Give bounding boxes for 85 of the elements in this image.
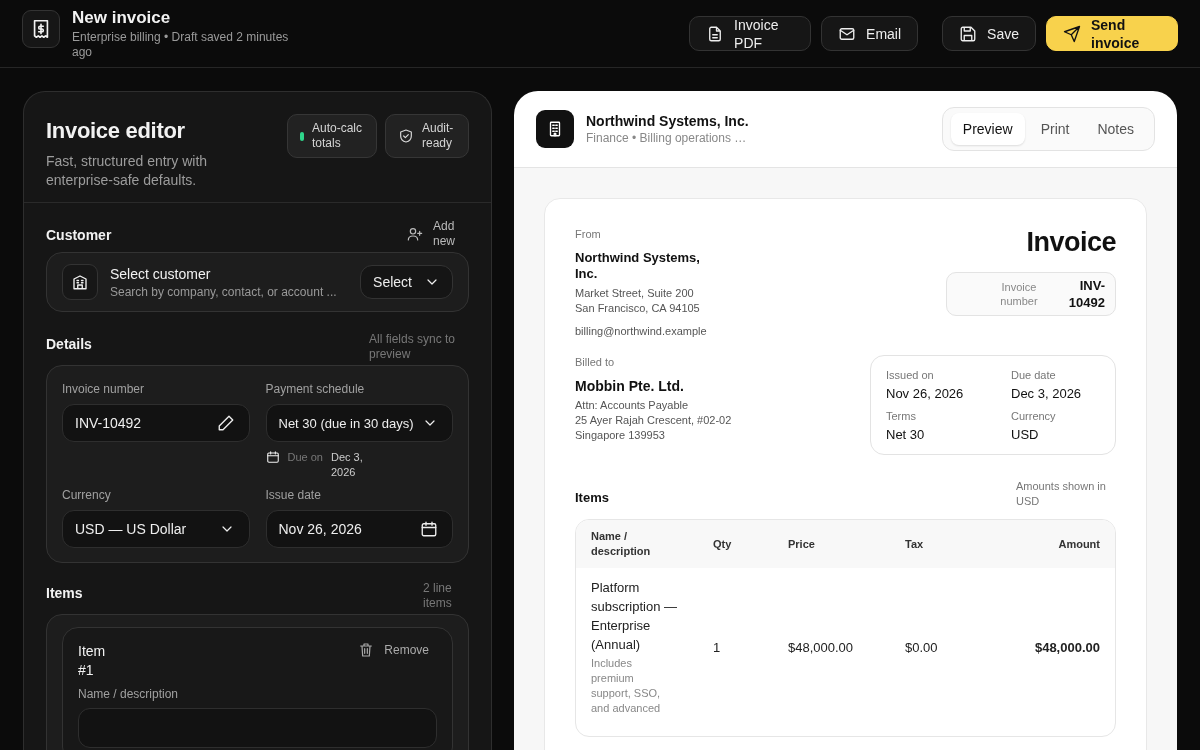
sender-email: billing@northwind.example — [575, 324, 708, 339]
items-note: Amounts shown in USD — [1016, 479, 1107, 509]
add-user-icon — [407, 226, 423, 242]
section-heading: Customer — [46, 227, 112, 243]
pencil-icon — [216, 414, 235, 432]
email-button[interactable]: Email — [821, 16, 919, 51]
fact-label: Terms — [886, 409, 917, 424]
send-icon — [1063, 24, 1081, 43]
fact-value: USD — [1011, 427, 1040, 442]
item-description: Includes premium support, SSO, and advanced — [591, 656, 662, 716]
view-tab[interactable]: Notes — [1085, 113, 1146, 145]
company-name: Northwind Systems, Inc. — [586, 113, 749, 129]
item-name: Platform subscription — Enterprise (Annual) — [591, 579, 678, 654]
fact-label: Due date — [1011, 368, 1057, 383]
column-header: Name / description — [591, 529, 652, 559]
fact-value: Nov 26, 2026 — [886, 386, 965, 401]
panel-title: Invoice editor — [46, 118, 186, 144]
trash-icon — [358, 642, 375, 658]
customer-title: Select customer — [110, 265, 212, 282]
payment-schedule-dropdown[interactable]: Net 30 (due in 30 days) — [265, 404, 453, 442]
item-title: Item #1 — [78, 642, 107, 680]
table-cell-text: $48,000.00 — [1033, 639, 1100, 655]
status-indicator-icon — [300, 131, 304, 141]
invoice-number-field[interactable]: INV-10492 — [62, 404, 250, 442]
due-date: Dec 3, 2026 — [331, 450, 364, 480]
address-line: Attn: Accounts Payable — [575, 398, 690, 413]
field-label: Issue date — [265, 488, 322, 502]
page-title: New invoice — [72, 7, 172, 28]
page-subtitle: Enterprise billing • Draft saved 2 minutes ago — [72, 29, 290, 60]
column-header: Price — [788, 536, 816, 552]
client-name: Mobbin Pte. Ltd. — [575, 378, 685, 394]
building-icon — [62, 264, 98, 300]
fact-label: Issued on — [886, 368, 935, 383]
sender-name: Northwind Systems, Inc. — [575, 250, 701, 282]
field-label: Currency — [62, 488, 112, 502]
fact-value: Net 30 — [886, 427, 926, 442]
billed-label: Billed to — [575, 355, 616, 370]
calendar-icon — [265, 450, 280, 464]
shield-check-icon — [398, 128, 414, 144]
column-header: Amount — [1057, 536, 1100, 552]
section-heading: Items — [46, 585, 83, 601]
issue-date-field[interactable]: Nov 26, 2026 — [265, 510, 453, 548]
section-note: 2 line items — [423, 581, 453, 611]
fact-value: Dec 3, 2026 — [1011, 386, 1083, 401]
save-icon — [959, 24, 978, 43]
table-cell-text: 1 — [713, 639, 722, 655]
address-line: 25 Ayer Rajah Crescent, #02-02 — [575, 413, 732, 428]
section-heading: Details — [46, 336, 92, 352]
customer-picker[interactable]: Select customer Search by company, contact, or account ... Select — [46, 252, 469, 312]
address-line: San Francisco, CA 94105 — [575, 301, 701, 316]
add-new-button[interactable]: Add new — [407, 219, 469, 249]
company-subtitle: Finance • Billing operations … — [586, 131, 748, 145]
feature-chip: Audit-ready — [385, 114, 469, 158]
table-cell-text: $0.00 — [905, 639, 939, 655]
column-header: Tax — [905, 536, 925, 552]
column-header: Qty — [713, 536, 733, 552]
view-tab[interactable]: Preview — [950, 113, 1025, 145]
view-tab[interactable]: Print — [1028, 113, 1082, 145]
select-dropdown[interactable]: Select — [360, 265, 453, 299]
document-title: Invoice — [1026, 227, 1116, 258]
name-field[interactable] — [78, 708, 437, 748]
items-heading: Items — [575, 490, 609, 506]
currency-dropdown[interactable]: USD — US Dollar — [62, 510, 250, 548]
remove-button[interactable]: Remove — [358, 642, 437, 658]
table-cell-text: $48,000.00 — [788, 639, 855, 655]
address-line: Singapore 139953 — [575, 428, 666, 443]
badge-label: Invoice number — [999, 280, 1039, 308]
field-label: Invoice number — [62, 382, 146, 396]
field-label: Name / description — [78, 687, 179, 701]
save-button[interactable]: Save — [942, 16, 1036, 51]
address-line: Market Street, Suite 200 — [575, 286, 695, 301]
send-button[interactable]: Send invoice — [1046, 16, 1178, 51]
pdf-button[interactable]: Invoice PDF — [689, 16, 812, 51]
feature-chip: Auto-calc totals — [287, 114, 377, 158]
from-label: From — [575, 227, 602, 242]
building-icon — [536, 110, 574, 148]
badge-value: INV-10492 — [1067, 277, 1105, 311]
field-label: Payment schedule — [265, 382, 366, 396]
section-note: All fields sync to preview — [369, 332, 457, 362]
due-label: Due on — [287, 450, 323, 465]
receipt-dollar-icon — [22, 9, 60, 48]
customer-hint: Search by company, contact, or account ... — [110, 284, 338, 299]
fact-label: Currency — [1011, 409, 1057, 424]
calendar-icon — [420, 520, 438, 538]
panel-subtitle: Fast, structured entry with enterprise-safe defaults. — [46, 152, 209, 190]
